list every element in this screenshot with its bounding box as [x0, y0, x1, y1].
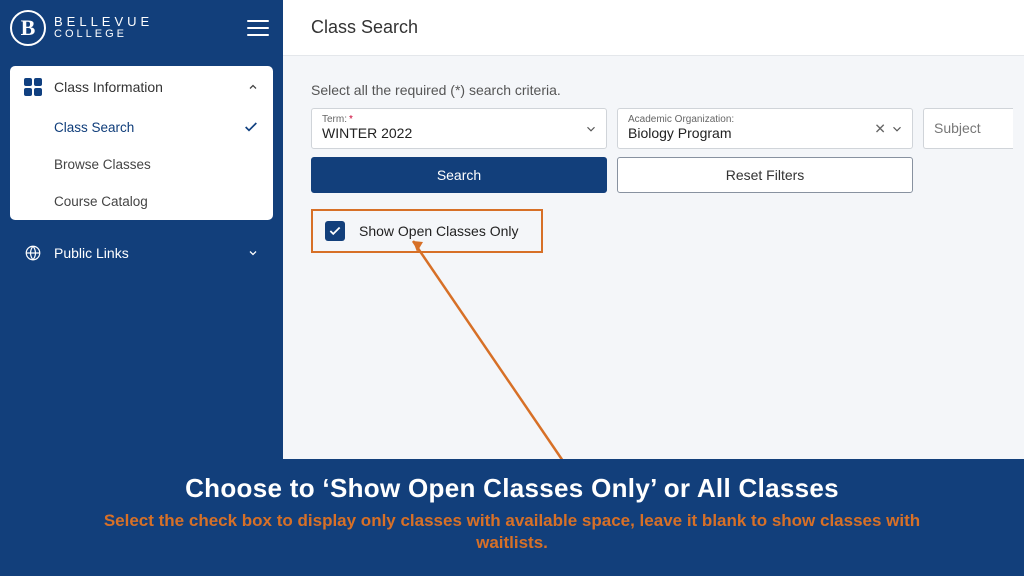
- clear-icon[interactable]: ✕: [874, 120, 886, 137]
- term-label: Term:*: [322, 114, 596, 125]
- topbar: Class Search: [283, 0, 1024, 56]
- acad-label: Academic Organization:: [628, 114, 902, 125]
- term-select[interactable]: Term:* WINTER 2022: [311, 108, 607, 149]
- academic-org-select[interactable]: Academic Organization: Biology Program ✕: [617, 108, 913, 149]
- logo[interactable]: B BELLEVUE COLLEGE: [10, 10, 153, 46]
- button-row: Search Reset Filters: [311, 157, 1024, 193]
- show-open-only-label: Show Open Classes Only: [359, 223, 519, 239]
- term-value: WINTER 2022: [322, 125, 596, 141]
- chevron-down-icon: [584, 122, 598, 136]
- search-button[interactable]: Search: [311, 157, 607, 193]
- acad-value: Biology Program: [628, 125, 902, 141]
- nav-item-label: Browse Classes: [54, 157, 151, 172]
- nav-public-links-label: Public Links: [54, 245, 235, 261]
- check-icon: [243, 119, 259, 135]
- chevron-down-icon: [247, 247, 259, 259]
- chevron-up-icon: [247, 81, 259, 93]
- instruction-banner: Choose to ‘Show Open Classes Only’ or Al…: [0, 459, 1024, 576]
- logo-mark-icon: B: [10, 10, 46, 46]
- grid-icon: [24, 78, 42, 96]
- nav-item-class-search[interactable]: Class Search: [10, 108, 273, 146]
- nav-item-label: Class Search: [54, 120, 134, 135]
- banner-subtitle: Select the check box to display only cla…: [72, 510, 952, 554]
- nav-item-course-catalog[interactable]: Course Catalog: [10, 183, 273, 220]
- checkmark-icon: [328, 224, 342, 238]
- show-open-only-checkbox[interactable]: [325, 221, 345, 241]
- subject-select[interactable]: Subject: [923, 108, 1013, 149]
- nav-header-public-links[interactable]: Public Links: [0, 230, 283, 276]
- nav-header-class-info[interactable]: Class Information: [10, 66, 273, 108]
- chevron-down-icon: [890, 122, 904, 136]
- subject-label: Subject: [934, 114, 1003, 142]
- hamburger-menu-icon[interactable]: [247, 20, 269, 36]
- show-open-only-highlight: Show Open Classes Only: [311, 209, 543, 253]
- filter-row: Term:* WINTER 2022 Academic Organization…: [311, 108, 1024, 149]
- sidebar-header: B BELLEVUE COLLEGE: [0, 0, 283, 56]
- nav-section-title: Class Information: [54, 79, 235, 95]
- page-title: Class Search: [311, 17, 418, 38]
- nav-item-browse-classes[interactable]: Browse Classes: [10, 146, 273, 183]
- globe-icon: [24, 244, 42, 262]
- instruction-text: Select all the required (*) search crite…: [311, 82, 1024, 98]
- banner-title: Choose to ‘Show Open Classes Only’ or Al…: [30, 473, 994, 504]
- nav-item-label: Course Catalog: [54, 194, 148, 209]
- logo-text: BELLEVUE COLLEGE: [54, 15, 153, 41]
- reset-filters-button[interactable]: Reset Filters: [617, 157, 913, 193]
- nav-section-class-info: Class Information Class Search Browse Cl…: [10, 66, 273, 220]
- search-form: Select all the required (*) search crite…: [283, 56, 1024, 253]
